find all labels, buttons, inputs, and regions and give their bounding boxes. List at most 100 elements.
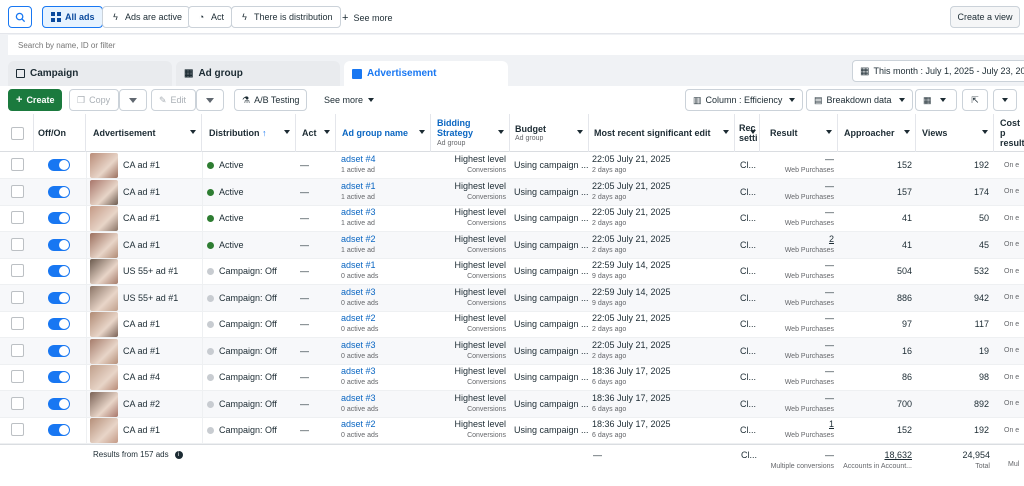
select-all-checkbox[interactable]: [11, 127, 24, 140]
table-row[interactable]: CA ad #4 Campaign: Off — adset #3 0 activ…: [0, 364, 1024, 391]
export-button[interactable]: ⇱: [962, 89, 988, 111]
toolbar-see-more[interactable]: See more: [324, 95, 375, 105]
ad-thumbnail[interactable]: [90, 259, 118, 284]
header-views[interactable]: Views: [916, 114, 994, 152]
ad-name[interactable]: CA ad #1: [123, 152, 201, 178]
ad-group-link[interactable]: adset #2: [341, 419, 429, 430]
table-row[interactable]: CA ad #2 Campaign: Off — adset #3 0 activ…: [0, 390, 1024, 418]
ad-name[interactable]: CA ad #1: [123, 311, 201, 337]
header-recent-edit[interactable]: Most recent significant edit: [589, 114, 735, 152]
header-approacher[interactable]: Approacher: [838, 114, 916, 152]
tab-campaign[interactable]: Campaign: [8, 61, 172, 86]
ad-group-cell[interactable]: adset #3 0 active ads: [341, 338, 429, 364]
ad-toggle[interactable]: [48, 159, 70, 171]
ad-toggle[interactable]: [48, 291, 70, 304]
ad-group-link[interactable]: adset #3: [341, 340, 429, 351]
row-checkbox[interactable]: [11, 211, 24, 224]
date-range-picker[interactable]: ▦ This month : July 1, 2025 - July 23, 2…: [852, 60, 1024, 82]
table-row[interactable]: CA ad #1 Campaign: Off — adset #2 0 activ…: [0, 311, 1024, 338]
ad-name[interactable]: CA ad #1: [123, 417, 201, 443]
ad-name[interactable]: CA ad #2: [123, 391, 201, 417]
ad-group-link[interactable]: adset #3: [341, 366, 429, 377]
ad-thumbnail[interactable]: [90, 153, 118, 178]
edit-dropdown-button[interactable]: [196, 89, 224, 111]
ad-group-cell[interactable]: adset #3 0 active ads: [341, 364, 429, 390]
table-row[interactable]: US 55+ ad #1 Campaign: Off — adset #1 0 a…: [0, 258, 1024, 285]
header-cost-per-result[interactable]: Cost p result: [994, 114, 1024, 152]
breakdown-selector[interactable]: ▤ Breakdown data: [806, 89, 913, 111]
ab-testing-button[interactable]: ⚗ A/B Testing: [234, 89, 308, 111]
table-row[interactable]: US 55+ ad #1 Campaign: Off — adset #3 0 a…: [0, 284, 1024, 312]
row-checkbox[interactable]: [11, 423, 24, 436]
ad-toggle[interactable]: [48, 424, 70, 436]
ad-group-cell[interactable]: adset #2 0 active ads: [341, 311, 429, 337]
ad-group-link[interactable]: adset #2: [341, 313, 429, 324]
ad-toggle[interactable]: [48, 344, 70, 357]
ad-thumbnail[interactable]: [90, 365, 118, 390]
ad-group-cell[interactable]: adset #1 0 active ads: [341, 258, 429, 284]
ad-group-link[interactable]: adset #1: [341, 260, 429, 271]
ad-group-link[interactable]: adset #4: [341, 154, 429, 165]
ad-group-link[interactable]: adset #3: [341, 207, 429, 218]
header-off-on[interactable]: Off/On: [34, 114, 86, 152]
ad-group-link[interactable]: adset #1: [341, 181, 429, 192]
table-row[interactable]: CA ad #1 Campaign: Off — adset #3 0 activ…: [0, 337, 1024, 365]
copy-dropdown-button[interactable]: [119, 89, 147, 111]
ad-toggle[interactable]: [48, 371, 70, 383]
ad-thumbnail[interactable]: [90, 285, 118, 311]
tab-advertisement[interactable]: Advertisement: [344, 61, 508, 86]
ad-name[interactable]: CA ad #1: [123, 338, 201, 364]
ad-group-link[interactable]: adset #2: [341, 234, 429, 245]
ad-thumbnail[interactable]: [90, 179, 118, 205]
ad-group-cell[interactable]: adset #4 1 active ad: [341, 152, 429, 178]
search-toggle-button[interactable]: [8, 6, 32, 28]
header-budget[interactable]: Budget Ad group: [510, 114, 589, 152]
filters-see-more[interactable]: + See more: [342, 12, 392, 24]
ad-thumbnail[interactable]: [90, 232, 118, 258]
more-options-button[interactable]: [993, 89, 1017, 111]
ad-group-cell[interactable]: adset #3 0 active ads: [341, 285, 429, 311]
ad-name[interactable]: CA ad #1: [123, 232, 201, 258]
row-checkbox[interactable]: [11, 158, 24, 171]
search-input[interactable]: [18, 37, 618, 53]
header-act[interactable]: Act: [296, 114, 336, 152]
ad-group-cell[interactable]: adset #1 1 active ad: [341, 179, 429, 205]
ad-thumbnail[interactable]: [90, 418, 118, 443]
row-checkbox[interactable]: [11, 290, 24, 304]
header-bidding-strategy[interactable]: Bidding Strategy Ad group: [431, 114, 510, 152]
ad-toggle[interactable]: [48, 318, 70, 330]
info-icon[interactable]: i: [174, 450, 183, 459]
table-row[interactable]: CA ad #1 Campaign: Off — adset #2 0 activ…: [0, 417, 1024, 444]
reports-button[interactable]: ▦: [915, 89, 957, 111]
ad-thumbnail[interactable]: [90, 312, 118, 337]
header-result[interactable]: Result: [760, 114, 838, 152]
row-checkbox[interactable]: [11, 264, 24, 277]
ad-thumbnail[interactable]: [90, 206, 118, 231]
ad-name[interactable]: CA ad #1: [123, 205, 201, 231]
table-row[interactable]: CA ad #1 Active — adset #3 1 active ad Hi…: [0, 205, 1024, 232]
header-rec-setting[interactable]: Rec setti: [735, 114, 760, 152]
row-checkbox[interactable]: [11, 370, 24, 383]
ad-name[interactable]: CA ad #4: [123, 364, 201, 390]
ad-toggle[interactable]: [48, 397, 70, 410]
row-checkbox[interactable]: [11, 396, 24, 410]
copy-button[interactable]: ❐ Copy: [69, 89, 119, 111]
ad-toggle[interactable]: [48, 265, 70, 277]
filter-there-is-distribution[interactable]: ϟ There is distribution: [231, 6, 341, 28]
column-selector[interactable]: ▥ Column : Efficiency: [685, 89, 804, 111]
edit-button[interactable]: ✎ Edit: [151, 89, 196, 111]
ad-name[interactable]: CA ad #1: [123, 179, 201, 205]
table-row[interactable]: CA ad #1 Active — adset #2 1 active ad Hi…: [0, 231, 1024, 259]
filter-ads-active[interactable]: ϟ Ads are active: [102, 6, 191, 28]
ad-thumbnail[interactable]: [90, 391, 118, 417]
row-checkbox[interactable]: [11, 237, 24, 251]
ad-group-cell[interactable]: adset #2 0 active ads: [341, 417, 429, 443]
ad-group-link[interactable]: adset #3: [341, 287, 429, 298]
header-ad-group-name[interactable]: Ad group name: [336, 114, 431, 152]
ad-toggle[interactable]: [48, 212, 70, 224]
table-row[interactable]: CA ad #1 Active — adset #4 1 active ad Hi…: [0, 152, 1024, 179]
row-checkbox[interactable]: [11, 184, 24, 198]
ad-toggle[interactable]: [48, 238, 70, 251]
tab-ad-group[interactable]: ▦ Ad group: [176, 61, 340, 86]
create-button[interactable]: + Create: [8, 89, 63, 111]
